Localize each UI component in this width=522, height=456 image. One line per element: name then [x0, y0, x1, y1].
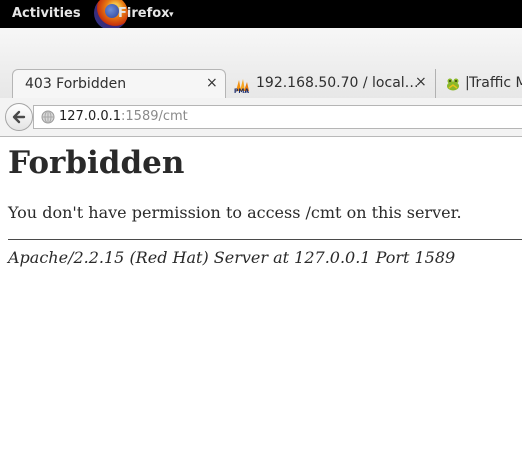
horizontal-rule — [8, 239, 522, 240]
tab-403-forbidden[interactable]: 403 Forbidden × — [12, 69, 226, 98]
tab-phpmyadmin[interactable]: PMA 192.168.50.70 / localhost | phpMyAdm… — [226, 69, 436, 98]
activities-button[interactable]: Activities — [12, 6, 81, 21]
system-top-bar: Activities Firefox ▾ — [0, 0, 522, 30]
back-arrow-icon — [12, 110, 26, 124]
server-signature: Apache/2.2.15 (Red Hat) Server at 127.0.… — [8, 248, 456, 267]
tab-title: 403 Forbidden — [25, 76, 127, 92]
back-button[interactable] — [5, 103, 33, 131]
page-heading: Forbidden — [8, 145, 185, 181]
app-menu-button[interactable]: Firefox — [118, 6, 170, 21]
globe-icon — [41, 110, 55, 124]
tab-title: Traffic M — [469, 75, 522, 91]
url-bar[interactable]: 127.0.0.1:1589/cmt — [33, 105, 522, 129]
url-host: 127.0.0.1 — [59, 109, 122, 124]
error-message: You don't have permission to access /cmt… — [8, 203, 462, 222]
page-content: Forbidden You don't have permission to a… — [0, 137, 522, 456]
url-text: 127.0.0.1:1589/cmt — [59, 109, 188, 124]
tab-close-icon[interactable]: × — [206, 75, 218, 91]
frog-icon — [447, 78, 459, 91]
tab-title: 192.168.50.70 / localhost | phpMyAdmin — [256, 75, 424, 91]
tab-close-icon[interactable]: × — [415, 74, 427, 90]
navigation-toolbar: 127.0.0.1:1589/cmt — [0, 98, 522, 137]
app-menu-caret-icon: ▾ — [169, 10, 174, 20]
url-path: :1589/cmt — [121, 109, 188, 124]
pma-icon-text: PMA — [234, 88, 250, 95]
tab-traffic-monitor[interactable]: | Traffic M — [437, 69, 522, 98]
